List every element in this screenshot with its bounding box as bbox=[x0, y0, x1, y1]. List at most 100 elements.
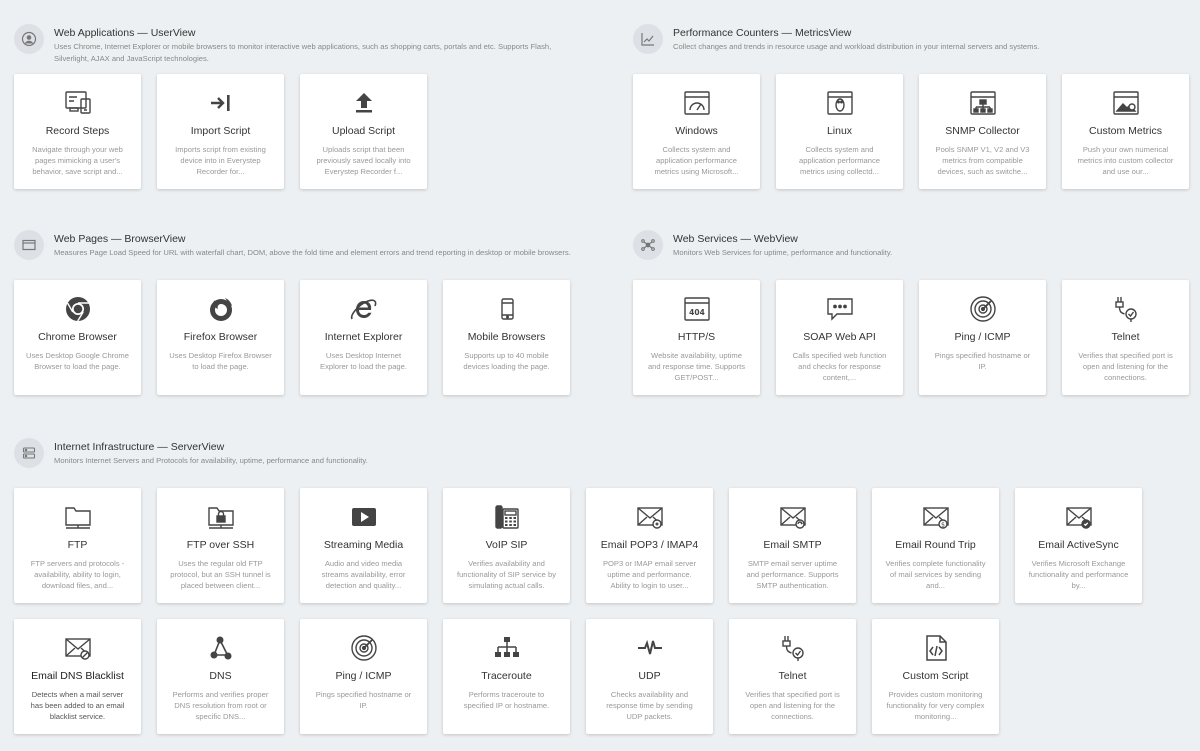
card-description: Verifies that specified port is open and… bbox=[745, 690, 840, 721]
card-description: Verifies availability and functionality … bbox=[456, 559, 557, 590]
card-title: Firefox Browser bbox=[183, 331, 258, 343]
card-traceroute[interactable]: Traceroute Performs traceroute to specif… bbox=[443, 619, 570, 734]
section-metricsview: Performance Counters — MetricsView Colle… bbox=[633, 24, 1193, 189]
section-title: Web Services — WebView bbox=[673, 233, 798, 245]
card-title: Email SMTP bbox=[763, 539, 822, 551]
card-description: Audio and video media streams availabili… bbox=[321, 559, 406, 590]
section-description: Monitors Internet Servers and Protocols … bbox=[54, 456, 368, 465]
card-streaming-media[interactable]: Streaming Media Audio and video media st… bbox=[300, 488, 427, 603]
section-serverview: Internet Infrastructure — ServerView Mon… bbox=[14, 438, 1154, 734]
card-email-dns-blacklist[interactable]: Email DNS Blacklist Detects when a mail … bbox=[14, 619, 141, 734]
card-ping-icmp-server[interactable]: Ping / ICMP Pings specified hostname or … bbox=[300, 619, 427, 734]
card-telnet[interactable]: Telnet Verifies that specified port is o… bbox=[1062, 280, 1189, 395]
card-ftp-over-ssh[interactable]: FTP over SSH Uses the regular old FTP pr… bbox=[157, 488, 284, 603]
record-steps-icon bbox=[14, 88, 141, 118]
card-udp[interactable]: UDP Checks availability and response tim… bbox=[586, 619, 713, 734]
card-email-round-trip[interactable]: $ Email Round Trip Verifies complete fun… bbox=[872, 488, 999, 603]
card-title: Email POP3 / IMAP4 bbox=[600, 539, 699, 551]
card-description: Collects system and application performa… bbox=[798, 145, 881, 176]
card-description: Detects when a mail server has been adde… bbox=[30, 690, 125, 721]
card-title: Import Script bbox=[190, 125, 251, 137]
card-ftp[interactable]: FTP FTP servers and protocols - availabi… bbox=[14, 488, 141, 603]
card-description: Uploads script that been previously save… bbox=[316, 145, 411, 176]
card-title: Mobile Browsers bbox=[467, 331, 546, 343]
card-title: HTTP/S bbox=[677, 331, 716, 343]
card-record-steps[interactable]: Record Steps Navigate through your web p… bbox=[14, 74, 141, 189]
card-title: Linux bbox=[826, 125, 853, 137]
card-title: Ping / ICMP bbox=[335, 670, 392, 682]
card-email-smtp[interactable]: Email SMTP SMTP email server uptime and … bbox=[729, 488, 856, 603]
card-description: Provides custom monitoring functionality… bbox=[886, 690, 985, 721]
card-firefox-browser[interactable]: Firefox Browser Uses Desktop Firefox Bro… bbox=[157, 280, 284, 395]
card-title: Custom Script bbox=[902, 670, 969, 682]
section-title: Performance Counters — MetricsView bbox=[673, 27, 852, 39]
card-title: Custom Metrics bbox=[1089, 125, 1162, 137]
email-blacklist-icon bbox=[14, 633, 141, 663]
section-header: Internet Infrastructure — ServerView Mon… bbox=[14, 438, 1154, 482]
card-internet-explorer[interactable]: Internet Explorer Uses Desktop Internet … bbox=[300, 280, 427, 395]
card-description: SMTP email server uptime and performance… bbox=[746, 559, 839, 590]
card-linux[interactable]: Linux Collects system and application pe… bbox=[776, 74, 903, 189]
telnet-icon bbox=[1062, 294, 1189, 324]
card-title: FTP bbox=[67, 539, 88, 551]
card-chrome-browser[interactable]: Chrome Browser Uses Desktop Google Chrom… bbox=[14, 280, 141, 395]
card-import-script[interactable]: Import Script Imports script from existi… bbox=[157, 74, 284, 189]
email-smtp-icon bbox=[729, 502, 856, 532]
card-title: UDP bbox=[638, 670, 661, 682]
card-title: Email ActiveSync bbox=[1038, 539, 1119, 551]
ping-radar-icon bbox=[919, 294, 1046, 324]
section-header: Web Services — WebView Monitors Web Serv… bbox=[633, 230, 1193, 274]
card-description: Verifies that specified port is open and… bbox=[1078, 351, 1173, 382]
card-description: Uses Desktop Firefox Browser to load the… bbox=[169, 351, 272, 371]
card-windows[interactable]: Windows Collects system and application … bbox=[633, 74, 760, 189]
card-snmp-collector[interactable]: SNMP Collector Pools SNMP V1, V2 and V3 … bbox=[919, 74, 1046, 189]
svg-text:$: $ bbox=[941, 522, 945, 529]
card-http[interactable]: 404 HTTP/S Website availability, uptime … bbox=[633, 280, 760, 395]
folder-icon bbox=[14, 502, 141, 532]
card-dns[interactable]: DNS Performs and verifies proper DNS res… bbox=[157, 619, 284, 734]
firefox-icon bbox=[157, 294, 284, 324]
custom-metrics-icon bbox=[1062, 88, 1189, 118]
card-email-activesync[interactable]: Email ActiveSync Verifies Microsoft Exch… bbox=[1015, 488, 1142, 603]
ie-icon bbox=[300, 294, 427, 324]
card-mobile-browsers[interactable]: Mobile Browsers Supports up to 40 mobile… bbox=[443, 280, 570, 395]
upload-icon bbox=[300, 88, 427, 118]
card-title: Chrome Browser bbox=[38, 331, 117, 343]
section-userview: Web Applications — UserView Uses Chrome,… bbox=[14, 24, 614, 189]
card-description: Navigate through your web pages mimickin… bbox=[32, 145, 123, 176]
card-telnet-server[interactable]: Telnet Verifies that specified port is o… bbox=[729, 619, 856, 734]
card-title: Ping / ICMP bbox=[954, 331, 1011, 343]
card-custom-script[interactable]: Custom Script Provides custom monitoring… bbox=[872, 619, 999, 734]
card-description: Imports script from existing device into… bbox=[175, 145, 266, 176]
card-title: Streaming Media bbox=[323, 539, 404, 551]
udp-pulse-icon bbox=[586, 633, 713, 663]
section-header: Web Pages — BrowserView Measures Page Lo… bbox=[14, 230, 624, 274]
card-description: Uses Desktop Google Chrome Browser to lo… bbox=[26, 351, 129, 371]
section-webview: Web Services — WebView Monitors Web Serv… bbox=[633, 230, 1193, 395]
card-ping-icmp[interactable]: Ping / ICMP Pings specified hostname or … bbox=[919, 280, 1046, 395]
card-voip-sip[interactable]: VoIP SIP Verifies availability and funct… bbox=[443, 488, 570, 603]
card-description: Verifies Microsoft Exchange functionalit… bbox=[1028, 559, 1129, 590]
card-title: SNMP Collector bbox=[945, 125, 1020, 137]
card-title: Record Steps bbox=[45, 125, 110, 137]
network-icon bbox=[633, 230, 663, 260]
card-soap-web-api[interactable]: SOAP Web API Calls specified web functio… bbox=[776, 280, 903, 395]
chart-icon bbox=[633, 24, 663, 54]
card-custom-metrics[interactable]: Custom Metrics Push your own numerical m… bbox=[1062, 74, 1189, 189]
section-title: Web Applications — UserView bbox=[54, 27, 196, 39]
card-email-pop3-imap4[interactable]: Email POP3 / IMAP4 POP3 or IMAP email se… bbox=[586, 488, 713, 603]
card-description: Performs traceroute to specified IP or h… bbox=[463, 690, 550, 710]
traceroute-icon bbox=[443, 633, 570, 663]
section-header: Performance Counters — MetricsView Colle… bbox=[633, 24, 1193, 68]
card-upload-script[interactable]: Upload Script Uploads script that been p… bbox=[300, 74, 427, 189]
card-description: Uses the regular old FTP protocol, but a… bbox=[170, 559, 271, 590]
section-description: Measures Page Load Speed for URL with wa… bbox=[54, 248, 571, 257]
card-title: Upload Script bbox=[331, 125, 396, 137]
card-description: Collects system and application performa… bbox=[654, 145, 739, 176]
section-description: Monitors Web Services for uptime, perfor… bbox=[673, 248, 893, 257]
card-description: Supports up to 40 mobile devices loading… bbox=[463, 351, 550, 371]
telnet-icon bbox=[729, 633, 856, 663]
card-title: Telnet bbox=[1111, 331, 1140, 343]
card-title: Internet Explorer bbox=[324, 331, 403, 343]
card-title: Traceroute bbox=[481, 670, 532, 682]
